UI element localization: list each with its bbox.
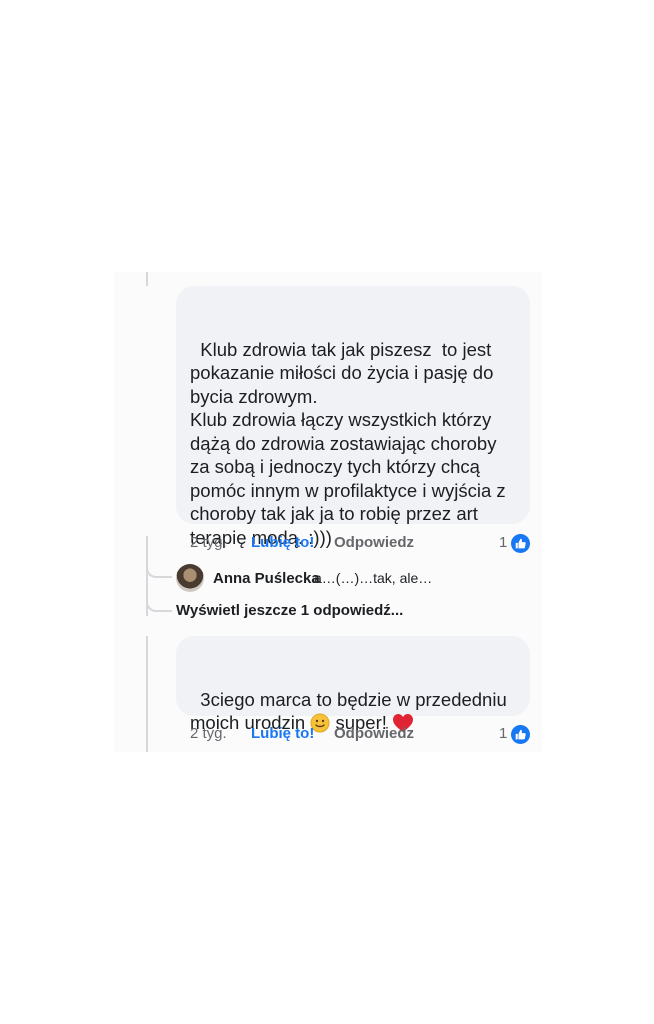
like-count[interactable]: 1: [499, 725, 507, 742]
thread-branch: [146, 600, 172, 612]
avatar[interactable]: [176, 564, 204, 592]
comment-timestamp[interactable]: 2 tyg.: [190, 725, 227, 742]
like-count[interactable]: 1: [499, 534, 507, 551]
comment-timestamp[interactable]: 2 tyg.: [190, 534, 227, 551]
reply-button[interactable]: Odpowiedz: [334, 725, 414, 742]
comment-text: Klub zdrowia tak jak piszesz to jest pok…: [190, 338, 506, 548]
comment-actions: 2 tyg. Lubię to! Odpowiedz 1: [190, 725, 530, 747]
thread-branch: [146, 566, 172, 578]
like-button[interactable]: Lubię to!: [251, 534, 314, 551]
reply-preview[interactable]: Anna Puślecka a…(…)…tak, ale…: [176, 564, 536, 594]
thumbs-up-icon[interactable]: [511, 725, 530, 744]
thread-line: [146, 272, 148, 286]
reply-snippet: a…(…)…tak, ale…: [314, 570, 433, 586]
comment-bubble: 3ciego marca to będzie w przededniu moic…: [176, 636, 530, 733]
reply-author[interactable]: Anna Puślecka: [213, 570, 320, 587]
view-more-replies-link[interactable]: Wyświetl jeszcze 1 odpowiedź...: [176, 602, 403, 619]
thumbs-up-icon[interactable]: [511, 534, 530, 553]
comment-actions: 2 tyg. Lubię to! Odpowiedz 1: [190, 534, 530, 556]
thread-line: [146, 636, 148, 752]
like-button[interactable]: Lubię to!: [251, 725, 314, 742]
comment-bubble: Klub zdrowia tak jak piszesz to jest pok…: [176, 286, 530, 548]
reply-button[interactable]: Odpowiedz: [334, 534, 414, 551]
